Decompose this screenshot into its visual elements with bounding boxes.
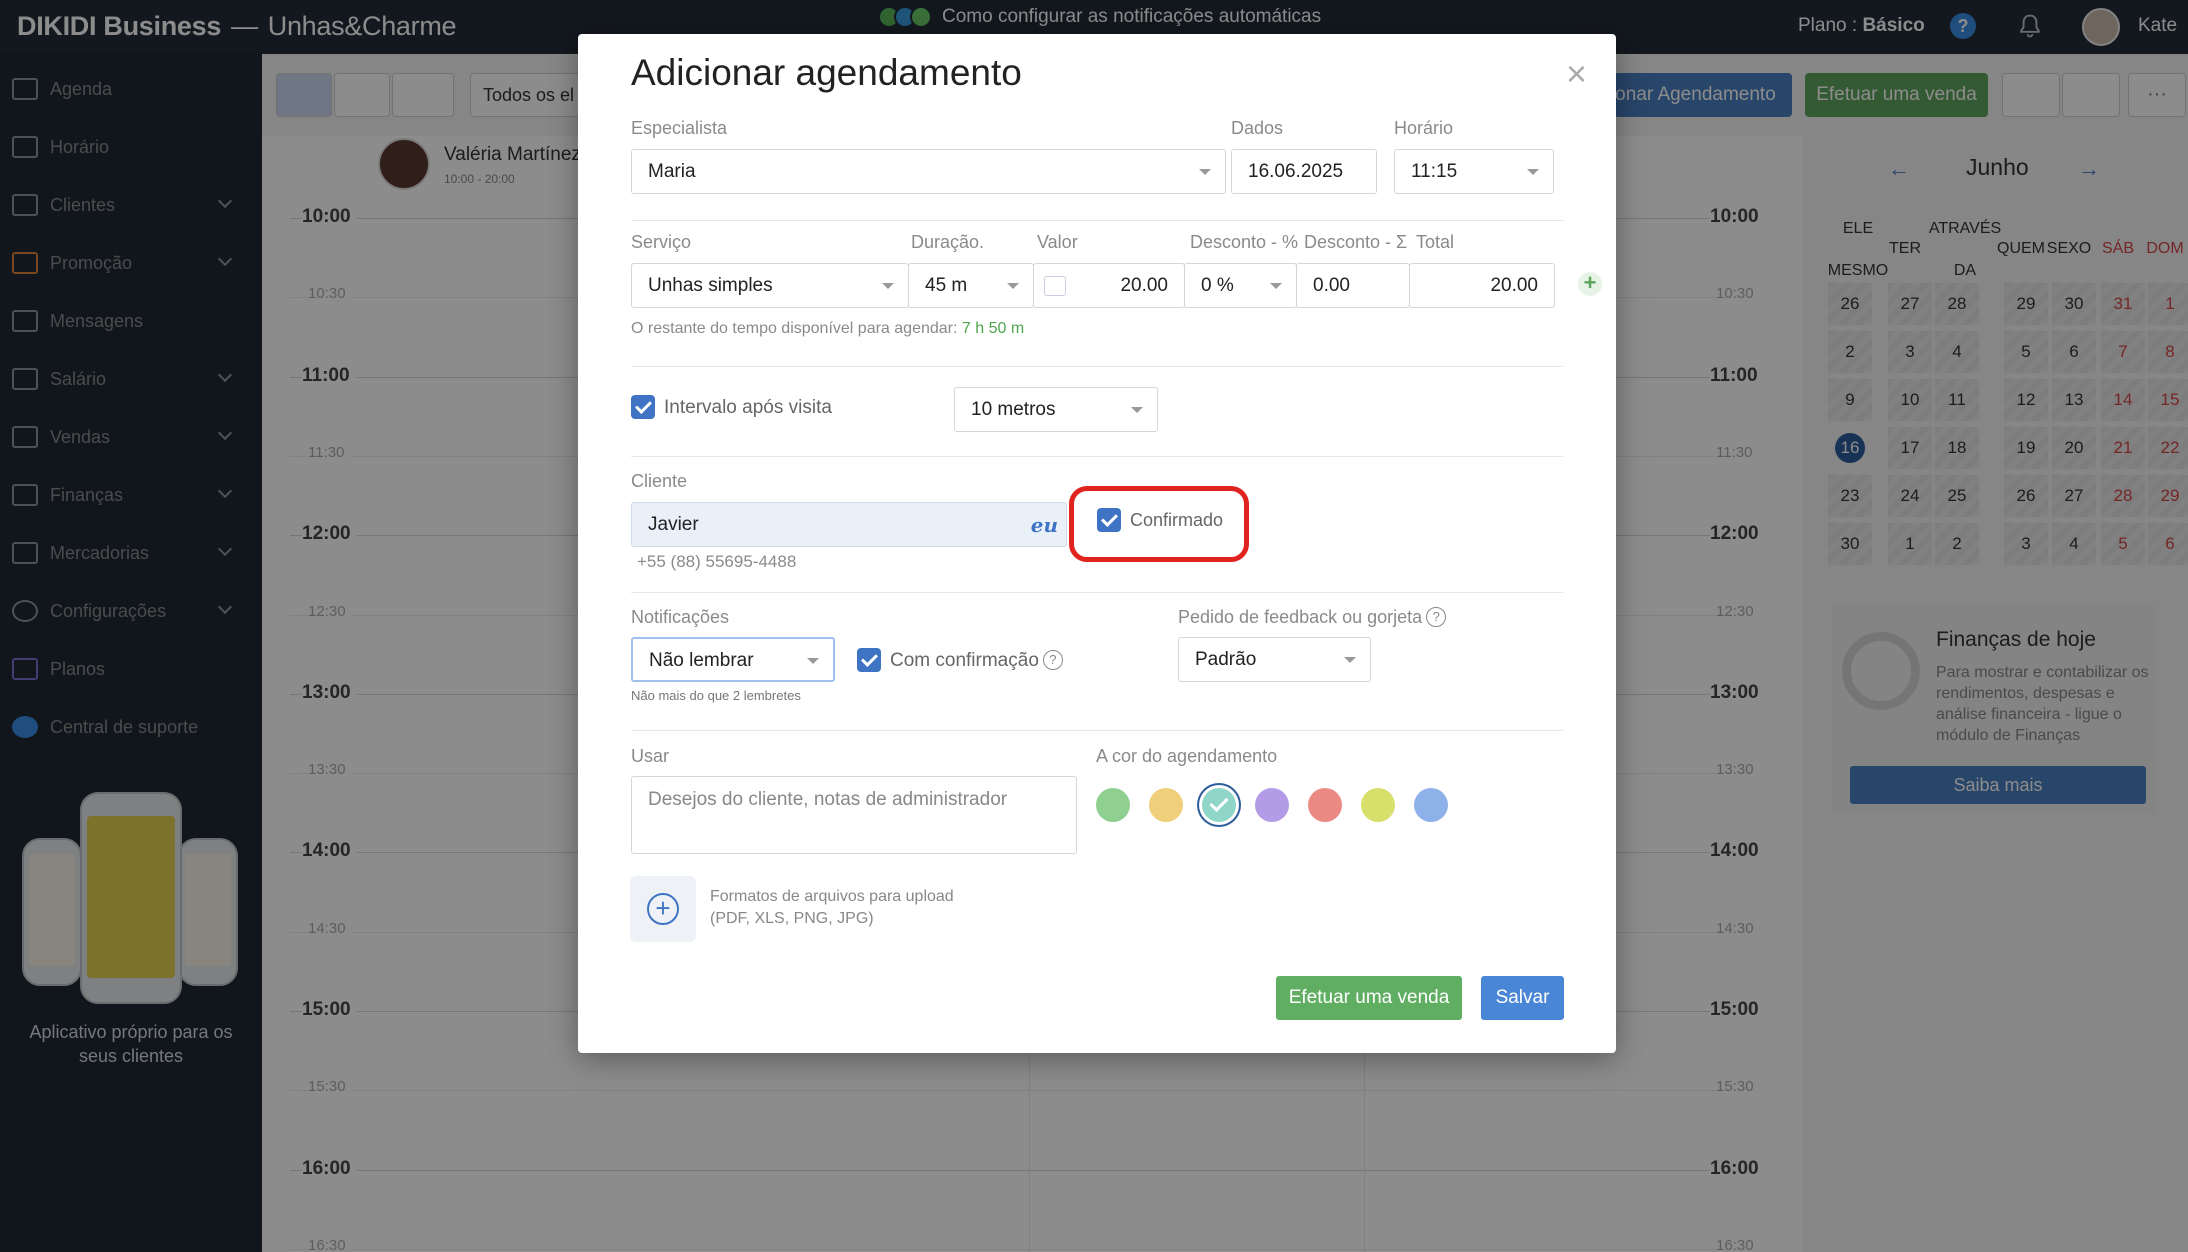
caret-down-icon (1270, 283, 1282, 289)
time-label: Horário (1394, 118, 1454, 138)
highlight-ring (1069, 486, 1249, 562)
divider (631, 366, 1563, 367)
color-swatch-purple[interactable] (1255, 788, 1289, 822)
client-input[interactable]: Javier eu (631, 502, 1067, 547)
interval-select[interactable]: 10 metros (954, 387, 1158, 432)
specialist-select[interactable]: Maria (631, 149, 1226, 194)
interval-checkbox[interactable] (631, 395, 655, 419)
caret-down-icon (1131, 407, 1143, 413)
date-label: Dados (1231, 118, 1284, 138)
with-confirmation-label[interactable]: Com confirmação? (890, 650, 1063, 672)
discount-percent-label: Desconto - % (1190, 232, 1299, 252)
client-label: Cliente (631, 471, 688, 491)
color-swatch-blue[interactable] (1414, 788, 1448, 822)
price-label: Valor (1037, 232, 1078, 252)
client-value: Javier (648, 514, 699, 535)
discount-percent-select[interactable]: 0 % (1184, 263, 1297, 308)
date-input[interactable]: 16.06.2025 (1231, 149, 1377, 194)
with-confirmation-text: Com confirmação (890, 650, 1039, 671)
question-icon[interactable]: ? (1426, 607, 1447, 627)
caret-down-icon (1199, 169, 1211, 175)
divider (631, 730, 1563, 731)
specialist-value: Maria (648, 161, 696, 182)
client-badge: eu (1030, 513, 1058, 537)
feedback-value: Padrão (1195, 649, 1257, 670)
total-label: Total (1416, 232, 1455, 252)
service-select[interactable]: Unhas simples (631, 263, 909, 308)
feedback-select[interactable]: Padrão (1178, 637, 1371, 682)
upload-formats-text: Formatos de arquivos para upload (710, 888, 954, 905)
caret-down-icon (882, 283, 894, 289)
save-button[interactable]: Salvar (1481, 976, 1564, 1020)
color-swatch-yellow[interactable] (1149, 788, 1183, 822)
remaining-value: 7 h 50 m (961, 320, 1025, 337)
divider (631, 592, 1563, 593)
interval-label[interactable]: Intervalo após visita (664, 397, 832, 419)
notes-label: Usar (631, 746, 670, 766)
caret-down-icon (1007, 283, 1019, 289)
color-swatch-teal-selected[interactable] (1202, 788, 1236, 822)
add-appointment-modal: Adicionar agendamento × Especialista Mar… (578, 34, 1616, 1053)
feedback-label: Pedido de feedback ou gorjeta? (1178, 607, 1447, 628)
notifications-hint: Não mais do que 2 lembretes (631, 688, 801, 703)
discount-percent-value: 0 % (1201, 275, 1234, 296)
with-confirmation-checkbox[interactable] (857, 648, 881, 672)
divider (631, 456, 1563, 457)
notifications-value: Não lembrar (649, 650, 754, 671)
notes-textarea[interactable]: Desejos do cliente, notas de administrad… (631, 776, 1077, 854)
upload-button[interactable]: + (630, 876, 696, 942)
duration-select[interactable]: 45 m (908, 263, 1034, 308)
notifications-select[interactable]: Não lembrar (631, 637, 835, 682)
divider (631, 220, 1563, 221)
upload-formats-list: (PDF, XLS, PNG, JPG) (710, 910, 874, 927)
notifications-label: Notificações (631, 607, 730, 627)
discount-sum-label: Desconto - Σ (1304, 232, 1408, 252)
color-label: A cor do agendamento (1096, 746, 1278, 766)
price-value: 20.00 (1120, 275, 1168, 296)
price-input[interactable]: 20.00 (1033, 263, 1185, 308)
plus-circle-icon: + (647, 893, 679, 925)
duration-value: 45 m (925, 275, 968, 296)
feedback-text: Pedido de feedback ou gorjeta (1178, 607, 1423, 627)
caret-down-icon (1527, 169, 1539, 175)
service-value: Unhas simples (648, 275, 773, 296)
color-swatch-red[interactable] (1308, 788, 1342, 822)
question-icon[interactable]: ? (1042, 650, 1063, 670)
remaining-text: O restante do tempo disponível para agen… (631, 320, 958, 337)
interval-value: 10 metros (971, 399, 1056, 420)
discount-sum-input[interactable]: 0.00 (1296, 263, 1410, 308)
close-icon[interactable]: × (1566, 56, 1587, 92)
duration-label: Duração. (911, 232, 985, 252)
color-swatch-green[interactable] (1096, 788, 1130, 822)
remaining-time-text: O restante do tempo disponível para agen… (631, 320, 1024, 338)
specialist-label: Especialista (631, 118, 728, 138)
service-label: Serviço (631, 232, 692, 252)
modal-title: Adicionar agendamento (631, 52, 1022, 93)
time-select[interactable]: 11:15 (1394, 149, 1554, 194)
client-phone: +55 (88) 55695-4488 (637, 552, 797, 571)
time-value: 11:15 (1411, 161, 1458, 182)
total-input[interactable]: 20.00 (1409, 263, 1555, 308)
color-swatch-lime[interactable] (1361, 788, 1395, 822)
caret-down-icon (1344, 657, 1356, 663)
make-sale-button[interactable]: Efetuar uma venda (1276, 976, 1462, 1020)
price-range-icon[interactable] (1044, 276, 1066, 296)
add-service-icon[interactable]: + (1578, 272, 1602, 296)
caret-down-icon (807, 658, 819, 664)
